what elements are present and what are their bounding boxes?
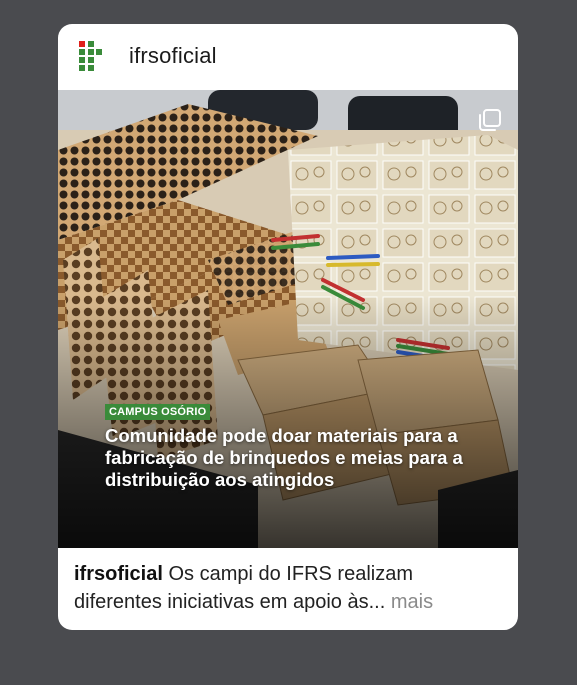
post-image[interactable]: CAMPUS OSÓRIO Comunidade pode doar mater… [58, 90, 518, 548]
carousel-multi-icon[interactable] [478, 108, 502, 132]
caption-username[interactable]: ifrsoficial [74, 563, 163, 585]
post-username[interactable]: ifrsoficial [129, 43, 217, 69]
caption-ellipsis: ... [368, 591, 386, 613]
image-headline: Comunidade pode doar materiais para a fa… [105, 425, 463, 490]
campus-tag: CAMPUS OSÓRIO [105, 404, 211, 420]
post-header: ifrsoficial [58, 24, 518, 90]
post-caption: ifrsoficial Os campi do IFRS realizam di… [74, 560, 494, 616]
more-link[interactable]: mais [391, 591, 433, 613]
post-card: ifrsoficial CAMPUS OSÓRIO Comunidade pod… [58, 24, 518, 630]
ifrs-logo-icon[interactable] [79, 41, 103, 72]
